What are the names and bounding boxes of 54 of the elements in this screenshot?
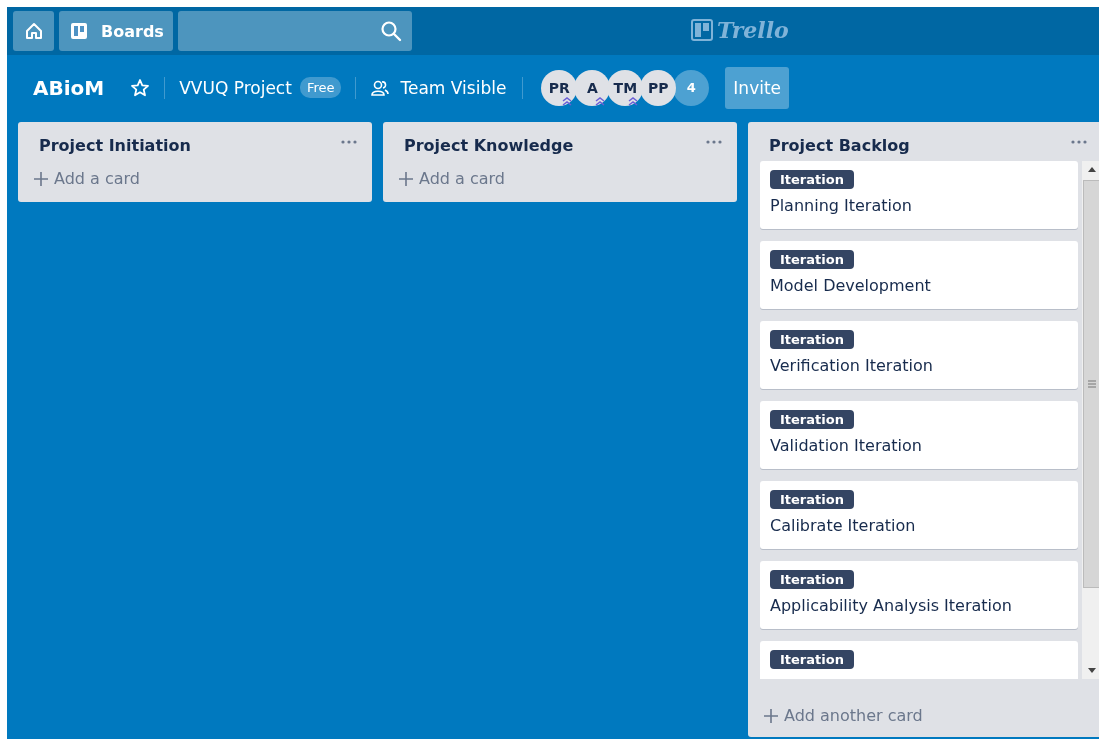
member-avatar[interactable]: TM [607,69,644,106]
team-name[interactable]: VVUQ Project [179,77,292,98]
plan-badge: Free [299,77,342,98]
more-icon [1070,138,1088,145]
card[interactable]: Iteration Calibrate Iteration [760,481,1078,549]
card-label: Iteration [770,490,854,509]
card-label: Iteration [770,570,854,589]
member-avatar[interactable]: PP [640,69,677,106]
card[interactable]: Iteration Verification Iteration [760,321,1078,389]
card-title: Validation Iteration [770,436,923,455]
search-field[interactable] [178,11,412,51]
card-title: Verification Iteration [770,356,934,375]
list-title[interactable]: Project Backlog [769,136,910,155]
card-title: Planning Iteration [770,196,913,215]
add-card-button[interactable]: Add a card [383,161,737,202]
scrollbar[interactable] [1082,161,1099,679]
plus-icon [34,171,48,186]
card[interactable]: Iteration [760,641,1078,679]
list-title[interactable]: Project Knowledge [404,136,574,155]
home-icon [23,21,44,41]
add-card-button[interactable]: Add a card [18,161,372,202]
member-avatar[interactable]: A [574,69,611,106]
star-icon[interactable] [130,77,151,98]
card-title: Model Development [770,276,932,295]
scroll-down-icon [1088,668,1096,673]
card-label: Iteration [770,650,854,669]
member-avatar[interactable]: PR [541,69,578,106]
search-icon [380,20,402,42]
scroll-thumb[interactable] [1083,180,1099,588]
more-icon [705,138,723,145]
home-button[interactable] [13,11,54,51]
card[interactable]: Iteration Validation Iteration [760,401,1078,469]
board-title[interactable]: ABioM [33,75,105,100]
card-title: Calibrate Iteration [770,516,917,535]
visibility-button[interactable]: Team Visible [366,77,511,98]
card-label: Iteration [770,410,854,429]
grip-icon [1088,380,1096,388]
card[interactable]: Iteration Planning Iteration [760,161,1078,229]
logo-icon [691,19,713,41]
card[interactable]: Iteration Applicability Analysis Iteration [760,561,1078,629]
add-card-button[interactable]: Add another card [748,698,1099,737]
list-title[interactable]: Project Initiation [39,136,191,155]
logo-text: Trello [717,17,789,43]
card[interactable]: Iteration Model Development [760,241,1078,309]
more-icon [340,138,358,145]
board-icon [69,21,89,41]
people-icon [370,78,391,97]
card-title: Applicability Analysis Iteration [770,596,1013,615]
scroll-up-icon [1088,167,1096,172]
plus-icon [764,708,778,723]
card-label: Iteration [770,250,854,269]
plus-icon [399,171,413,186]
card-label: Iteration [770,170,854,189]
card-label: Iteration [770,330,854,349]
